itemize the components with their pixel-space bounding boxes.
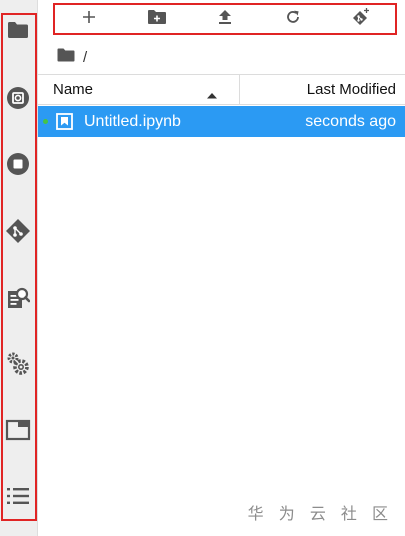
running-indicator [43,119,48,124]
notebook-icon [56,113,73,135]
new-launcher-button[interactable] [74,7,104,31]
sidebar-tab-settings[interactable] [4,350,32,378]
new-folder-icon [147,9,167,30]
refresh-icon [285,9,301,30]
column-header-last-modified[interactable]: Last Modified [241,75,405,104]
stop-circle-icon [6,152,30,176]
sidebar-tab-git[interactable] [4,217,32,245]
sidebar-tab-toc[interactable] [4,482,32,510]
new-folder-button[interactable] [142,7,172,31]
folder-icon [7,21,29,39]
list-item[interactable]: Untitled.ipynb seconds ago [38,106,405,137]
file-list-header: Name Last Modified [38,74,405,105]
watermark: 华 为 云 社 区 [247,504,393,523]
breadcrumb: / [57,47,87,67]
sidebar-tab-running[interactable] [4,84,32,112]
sidebar-tab-commands[interactable] [4,150,32,178]
tab-window-icon [5,419,31,441]
caret-up-icon [206,86,218,104]
file-browser-toolbar [53,3,397,35]
file-name: Untitled.ipynb [84,113,181,130]
git-clone-icon [351,7,371,32]
left-sidebar [0,0,38,536]
breadcrumb-path[interactable]: / [83,49,87,66]
upload-button[interactable] [210,7,240,31]
jupyterlab-window: / Name Last Modified Untitled.ipynb seco… [0,0,405,536]
git-icon [5,218,31,244]
sidebar-tab-property-inspector[interactable] [4,284,32,312]
column-modified-label: Last Modified [306,81,396,98]
document-search-icon [6,286,30,310]
running-icon [6,86,30,110]
refresh-button[interactable] [278,7,308,31]
gears-icon [5,351,31,377]
plus-icon [82,10,96,29]
column-header-name[interactable]: Name [38,75,240,104]
sidebar-tab-tabs[interactable] [4,416,32,444]
folder-icon[interactable] [57,48,75,66]
file-modified-time: seconds ago [305,113,396,130]
git-clone-button[interactable] [346,7,376,31]
upload-icon [217,9,233,30]
column-name-label: Name [53,81,94,98]
list-icon [6,486,30,506]
sidebar-tab-file-browser[interactable] [0,7,37,53]
